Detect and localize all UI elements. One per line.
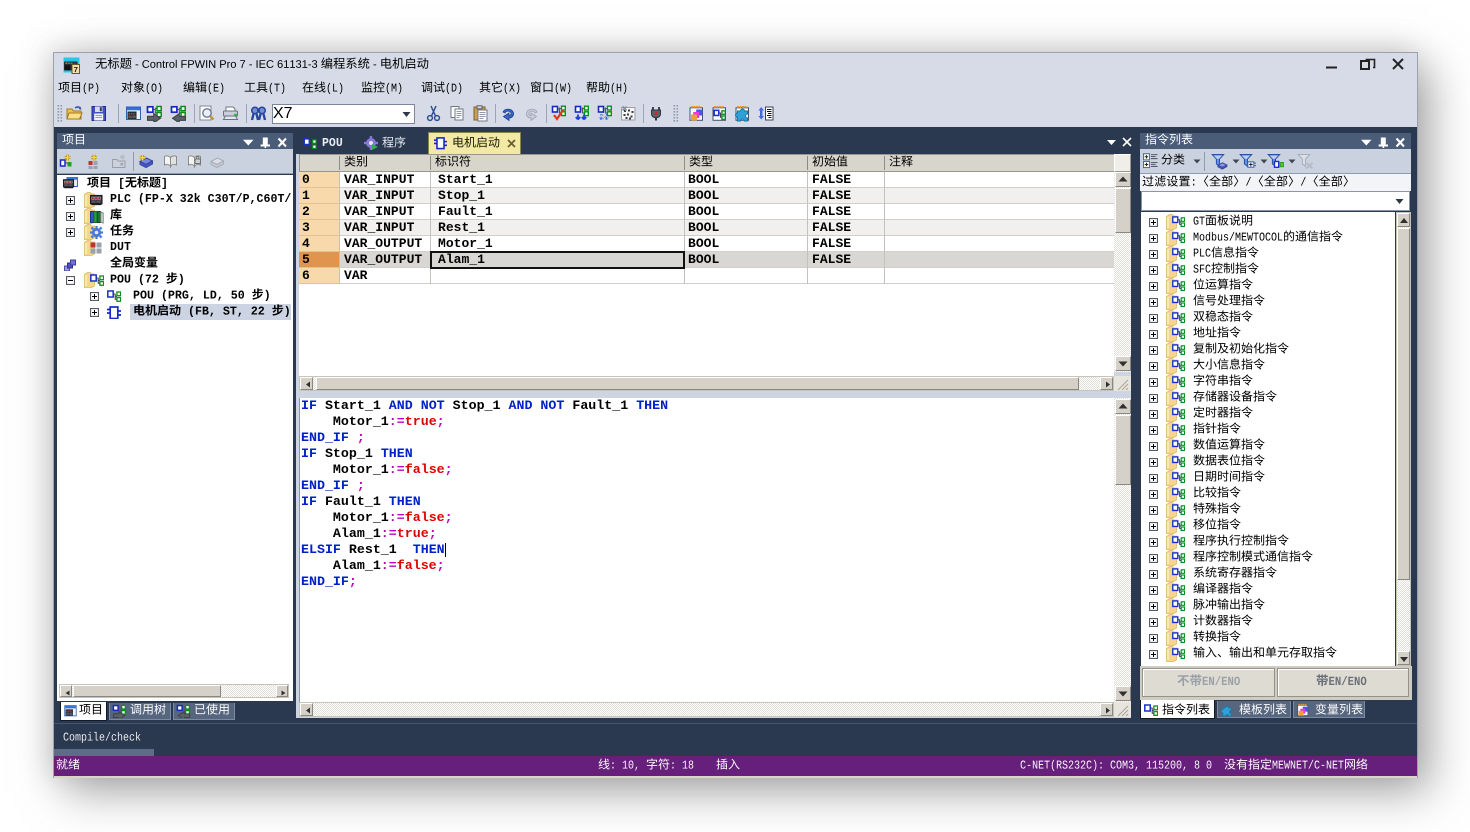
svg-text:7: 7 [74,65,78,74]
